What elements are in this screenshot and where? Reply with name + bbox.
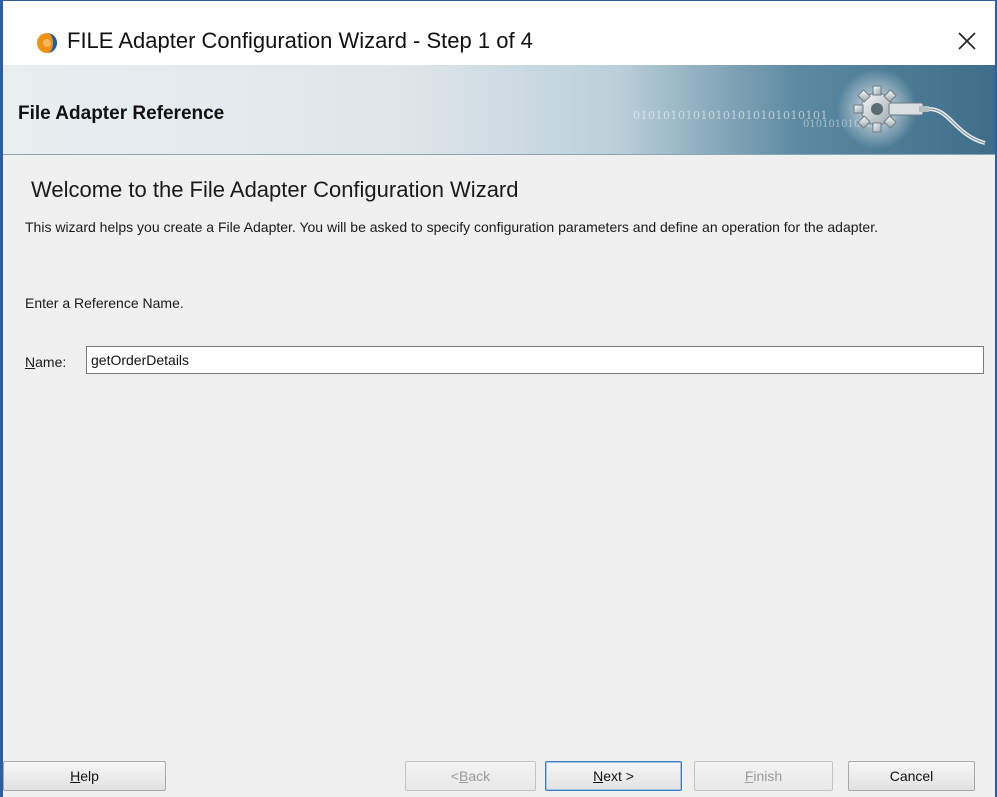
- reference-name-prompt: Enter a Reference Name.: [25, 295, 184, 311]
- name-label-mnemonic: N: [25, 354, 36, 370]
- finish-mnemonic: F: [744, 768, 754, 784]
- name-input[interactable]: [86, 346, 984, 374]
- name-label: Name:: [25, 354, 66, 370]
- cancel-button[interactable]: Cancel: [848, 761, 975, 791]
- next-button[interactable]: Next >: [545, 761, 682, 791]
- title-bar[interactable]: FILE Adapter Configuration Wizard - Step…: [3, 1, 995, 65]
- name-label-rest: ame:: [35, 354, 67, 370]
- button-bar: Help < Back Next > Finish Cancel: [3, 737, 995, 797]
- gear-plug-icon: [837, 69, 986, 149]
- welcome-heading: Welcome to the File Adapter Configuratio…: [31, 177, 519, 202]
- back-prefix: <: [450, 768, 460, 784]
- next-mnemonic: N: [593, 768, 604, 784]
- wizard-window: FILE Adapter Configuration Wizard - Step…: [0, 0, 997, 797]
- finish-label-rest: inish: [753, 768, 783, 784]
- wizard-description: This wizard helps you create a File Adap…: [25, 219, 878, 235]
- help-mnemonic: H: [70, 768, 81, 784]
- back-button[interactable]: < Back: [405, 761, 536, 791]
- banner-binary-text: 01010101010101010101010101: [633, 109, 828, 122]
- app-icon: [37, 33, 57, 53]
- window-title: FILE Adapter Configuration Wizard - Step…: [67, 28, 533, 53]
- close-icon: [958, 32, 976, 50]
- banner-title: File Adapter Reference: [18, 103, 225, 124]
- close-button[interactable]: [947, 23, 987, 59]
- wizard-banner: File Adapter Reference 01010101010101010…: [3, 65, 995, 155]
- wizard-content: Welcome to the File Adapter Configuratio…: [3, 155, 995, 737]
- back-label-rest: ack: [468, 768, 491, 784]
- help-label-rest: elp: [80, 768, 99, 784]
- help-button[interactable]: Help: [3, 761, 166, 791]
- next-label-rest: ext >: [603, 768, 634, 784]
- back-mnemonic: B: [459, 768, 469, 784]
- finish-button[interactable]: Finish: [694, 761, 833, 791]
